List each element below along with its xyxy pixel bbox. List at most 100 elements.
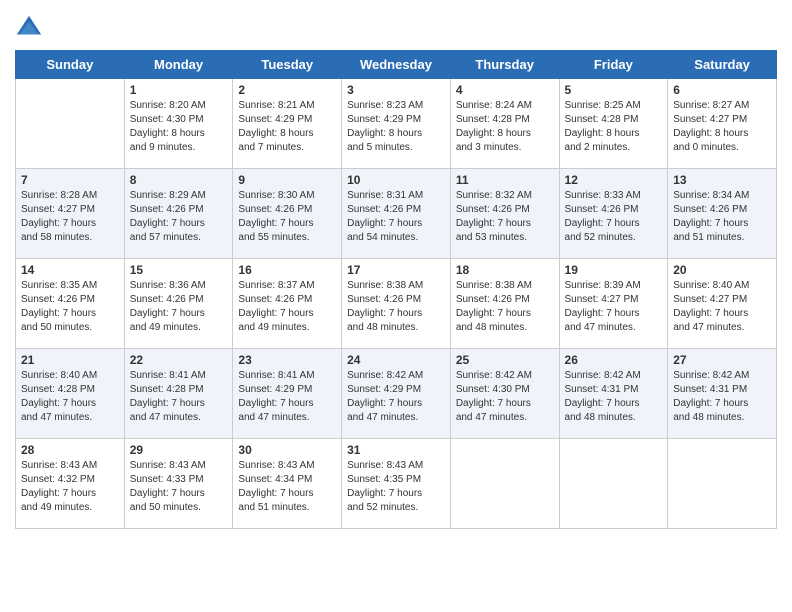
day-number: 12 [565, 173, 663, 187]
calendar-cell [16, 79, 125, 169]
weekday-header-thursday: Thursday [450, 51, 559, 79]
calendar-header-row: SundayMondayTuesdayWednesdayThursdayFrid… [16, 51, 777, 79]
calendar-week-row: 14Sunrise: 8:35 AM Sunset: 4:26 PM Dayli… [16, 259, 777, 349]
day-info: Sunrise: 8:40 AM Sunset: 4:28 PM Dayligh… [21, 369, 119, 425]
calendar-cell: 17Sunrise: 8:38 AM Sunset: 4:26 PM Dayli… [342, 259, 451, 349]
day-number: 29 [130, 443, 228, 457]
day-number: 21 [21, 353, 119, 367]
day-number: 22 [130, 353, 228, 367]
day-number: 26 [565, 353, 663, 367]
calendar-cell [450, 439, 559, 529]
day-info: Sunrise: 8:33 AM Sunset: 4:26 PM Dayligh… [565, 189, 663, 245]
calendar-cell [559, 439, 668, 529]
day-info: Sunrise: 8:41 AM Sunset: 4:28 PM Dayligh… [130, 369, 228, 425]
calendar-cell: 5 Sunrise: 8:25 AM Sunset: 4:28 PM Daylig… [559, 79, 668, 169]
day-info: Sunrise: 8:42 AM Sunset: 4:30 PM Dayligh… [456, 369, 554, 425]
weekday-header-friday: Friday [559, 51, 668, 79]
day-info: Sunrise: 8:43 AM Sunset: 4:32 PM Dayligh… [21, 459, 119, 515]
day-info: Sunrise: 8:43 AM Sunset: 4:33 PM Dayligh… [130, 459, 228, 515]
logo-icon [15, 14, 43, 42]
calendar-cell: 7 Sunrise: 8:28 AM Sunset: 4:27 PM Daylig… [16, 169, 125, 259]
day-info: Sunrise: 8:42 AM Sunset: 4:31 PM Dayligh… [673, 369, 771, 425]
day-number: 5 [565, 83, 663, 97]
calendar-cell: 22 Sunrise: 8:41 AM Sunset: 4:28 PM Dayli… [124, 349, 233, 439]
calendar-cell: 15 Sunrise: 8:36 AM Sunset: 4:26 PM Dayli… [124, 259, 233, 349]
day-number: 9 [238, 173, 336, 187]
day-number: 10 [347, 173, 445, 187]
day-info: Sunrise: 8:39 AM Sunset: 4:27 PM Dayligh… [565, 279, 663, 335]
day-info: Sunrise: 8:35 AM Sunset: 4:26 PM Dayligh… [21, 279, 119, 335]
calendar-cell: 26 Sunrise: 8:42 AM Sunset: 4:31 PM Dayli… [559, 349, 668, 439]
header [15, 10, 777, 42]
logo [15, 10, 47, 42]
day-number: 15 [130, 263, 228, 277]
calendar-cell: 30 Sunrise: 8:43 AM Sunset: 4:34 PM Dayli… [233, 439, 342, 529]
day-info: Sunrise: 8:43 AM Sunset: 4:35 PM Dayligh… [347, 459, 445, 515]
day-info: Sunrise: 8:40 AM Sunset: 4:27 PM Dayligh… [673, 279, 771, 335]
calendar-cell: 12 Sunrise: 8:33 AM Sunset: 4:26 PM Dayli… [559, 169, 668, 259]
day-info: Sunrise: 8:25 AM Sunset: 4:28 PM Dayligh… [565, 99, 663, 155]
calendar-table: SundayMondayTuesdayWednesdayThursdayFrid… [15, 50, 777, 529]
calendar-cell: 13 Sunrise: 8:34 AM Sunset: 4:26 PM Dayli… [668, 169, 777, 259]
day-number: 7 [21, 173, 119, 187]
calendar-cell: 4Sunrise: 8:24 AM Sunset: 4:28 PM Daylig… [450, 79, 559, 169]
calendar-week-row: 28 Sunrise: 8:43 AM Sunset: 4:32 PM Dayli… [16, 439, 777, 529]
calendar-cell: 11Sunrise: 8:32 AM Sunset: 4:26 PM Dayli… [450, 169, 559, 259]
weekday-header-wednesday: Wednesday [342, 51, 451, 79]
calendar-cell: 18Sunrise: 8:38 AM Sunset: 4:26 PM Dayli… [450, 259, 559, 349]
day-info: Sunrise: 8:28 AM Sunset: 4:27 PM Dayligh… [21, 189, 119, 245]
calendar-cell: 20 Sunrise: 8:40 AM Sunset: 4:27 PM Dayli… [668, 259, 777, 349]
weekday-header-tuesday: Tuesday [233, 51, 342, 79]
day-number: 1 [130, 83, 228, 97]
day-info: Sunrise: 8:37 AM Sunset: 4:26 PM Dayligh… [238, 279, 336, 335]
day-info: Sunrise: 8:21 AM Sunset: 4:29 PM Dayligh… [238, 99, 336, 155]
weekday-header-saturday: Saturday [668, 51, 777, 79]
day-number: 13 [673, 173, 771, 187]
page: SundayMondayTuesdayWednesdayThursdayFrid… [0, 0, 792, 612]
calendar-cell: 25 Sunrise: 8:42 AM Sunset: 4:30 PM Dayli… [450, 349, 559, 439]
calendar-cell: 6 Sunrise: 8:27 AM Sunset: 4:27 PM Daylig… [668, 79, 777, 169]
day-info: Sunrise: 8:24 AM Sunset: 4:28 PM Dayligh… [456, 99, 554, 155]
calendar-cell: 3 Sunrise: 8:23 AM Sunset: 4:29 PM Daylig… [342, 79, 451, 169]
day-info: Sunrise: 8:34 AM Sunset: 4:26 PM Dayligh… [673, 189, 771, 245]
calendar-cell: 27Sunrise: 8:42 AM Sunset: 4:31 PM Dayli… [668, 349, 777, 439]
weekday-header-monday: Monday [124, 51, 233, 79]
calendar-week-row: 21 Sunrise: 8:40 AM Sunset: 4:28 PM Dayli… [16, 349, 777, 439]
day-info: Sunrise: 8:23 AM Sunset: 4:29 PM Dayligh… [347, 99, 445, 155]
calendar-cell: 16 Sunrise: 8:37 AM Sunset: 4:26 PM Dayli… [233, 259, 342, 349]
day-info: Sunrise: 8:30 AM Sunset: 4:26 PM Dayligh… [238, 189, 336, 245]
calendar-cell [668, 439, 777, 529]
calendar-cell: 29 Sunrise: 8:43 AM Sunset: 4:33 PM Dayli… [124, 439, 233, 529]
calendar-cell: 10 Sunrise: 8:31 AM Sunset: 4:26 PM Dayli… [342, 169, 451, 259]
day-number: 3 [347, 83, 445, 97]
day-info: Sunrise: 8:36 AM Sunset: 4:26 PM Dayligh… [130, 279, 228, 335]
day-number: 28 [21, 443, 119, 457]
day-number: 19 [565, 263, 663, 277]
weekday-header-sunday: Sunday [16, 51, 125, 79]
calendar-cell: 2 Sunrise: 8:21 AM Sunset: 4:29 PM Daylig… [233, 79, 342, 169]
day-info: Sunrise: 8:31 AM Sunset: 4:26 PM Dayligh… [347, 189, 445, 245]
day-number: 2 [238, 83, 336, 97]
day-number: 17 [347, 263, 445, 277]
calendar-cell: 24Sunrise: 8:42 AM Sunset: 4:29 PM Dayli… [342, 349, 451, 439]
calendar-cell: 8Sunrise: 8:29 AM Sunset: 4:26 PM Daylig… [124, 169, 233, 259]
day-info: Sunrise: 8:20 AM Sunset: 4:30 PM Dayligh… [130, 99, 228, 155]
day-info: Sunrise: 8:27 AM Sunset: 4:27 PM Dayligh… [673, 99, 771, 155]
day-info: Sunrise: 8:42 AM Sunset: 4:31 PM Dayligh… [565, 369, 663, 425]
calendar-cell: 19 Sunrise: 8:39 AM Sunset: 4:27 PM Dayli… [559, 259, 668, 349]
calendar-week-row: 1 Sunrise: 8:20 AM Sunset: 4:30 PM Daylig… [16, 79, 777, 169]
day-number: 6 [673, 83, 771, 97]
day-number: 24 [347, 353, 445, 367]
day-number: 20 [673, 263, 771, 277]
day-number: 8 [130, 173, 228, 187]
calendar-cell: 1 Sunrise: 8:20 AM Sunset: 4:30 PM Daylig… [124, 79, 233, 169]
day-number: 11 [456, 173, 554, 187]
day-number: 31 [347, 443, 445, 457]
calendar-week-row: 7 Sunrise: 8:28 AM Sunset: 4:27 PM Daylig… [16, 169, 777, 259]
day-info: Sunrise: 8:43 AM Sunset: 4:34 PM Dayligh… [238, 459, 336, 515]
calendar-cell: 23Sunrise: 8:41 AM Sunset: 4:29 PM Dayli… [233, 349, 342, 439]
day-number: 16 [238, 263, 336, 277]
day-number: 25 [456, 353, 554, 367]
day-number: 30 [238, 443, 336, 457]
day-info: Sunrise: 8:41 AM Sunset: 4:29 PM Dayligh… [238, 369, 336, 425]
